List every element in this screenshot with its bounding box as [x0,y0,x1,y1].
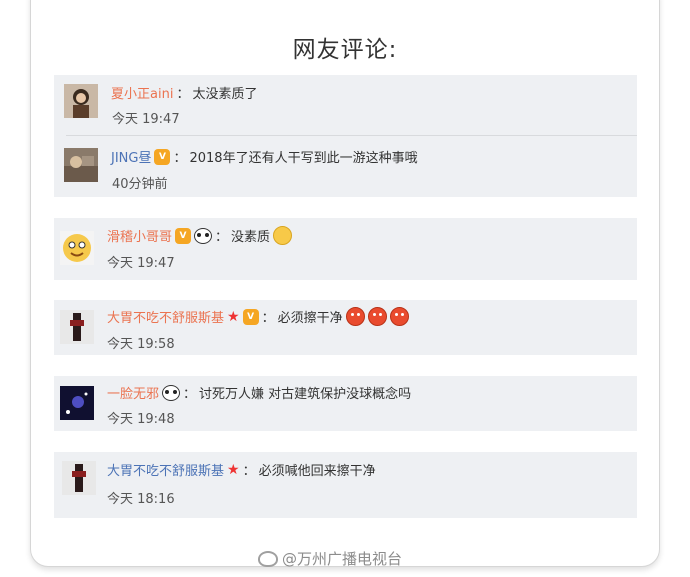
comment-text: 必须喊他回来擦干净 [258,464,376,479]
comment-group: 一脸无邪 ： 讨死万人嫌 对古建筑保护没球概念吗 今天 19:48 [54,376,637,431]
comment-group: 大胃不吃不舒服斯基 ★ V ： 必须擦干净 今天 19:58 [54,300,637,355]
vip-badge-icon: V [154,148,171,165]
panda-emoji-icon [194,227,213,244]
comment-author[interactable]: 一脸无邪 [107,383,159,402]
avatar[interactable] [60,310,94,344]
colon: ： [173,151,187,166]
star-icon: ★ [227,308,240,325]
comment-author[interactable]: 夏小正aini [111,83,173,102]
avatar[interactable] [60,386,94,420]
colon: ： [242,464,256,479]
comment-text: 太没素质了 [192,87,258,102]
comment-time: 今天 18:16 [107,492,175,507]
comment-group: 滑稽小哥哥 V ： 没素质 今天 19:47 [54,218,637,280]
angry-face-emoji-icon [389,307,409,326]
star-icon: ★ [227,461,240,478]
comment-text: 必须擦干净 [277,311,343,326]
comment-author[interactable]: 大胃不吃不舒服斯基 [107,460,224,479]
smile-emoji-icon [273,226,293,245]
watermark-text: @万州广播电视台 [282,550,403,568]
comment-group: 大胃不吃不舒服斯基 ★ ： 必须喊他回来擦干净 今天 18:16 [54,452,637,518]
colon: ： [183,387,197,402]
comment-item: 夏小正aini ： 太没素质了 今天 19:47 [54,75,637,135]
avatar[interactable] [60,231,94,265]
comment-time: 40分钟前 [112,177,168,192]
comment-time: 今天 19:58 [107,337,175,352]
comment-text: 讨死万人嫌 对古建筑保护没球概念吗 [199,387,412,402]
comment-author[interactable]: JING昼 [111,147,151,166]
angry-face-emoji-icon [345,307,365,326]
comment-time: 今天 19:47 [112,112,180,127]
comment-text: 没素质 [231,230,271,245]
comment-group: 夏小正aini ： 太没素质了 今天 19:47 JING昼 V ： 2018年… [54,75,637,197]
comment-time: 今天 19:48 [107,412,175,427]
angry-face-emoji-icon [367,307,387,326]
avatar[interactable] [64,148,98,182]
avatar[interactable] [64,84,98,118]
colon: ： [215,230,229,245]
vip-badge-icon: V [175,227,192,244]
avatar[interactable] [62,461,96,495]
vip-badge-icon: V [242,308,259,325]
page-title: 网友评论: [292,37,398,63]
colon: ： [176,87,190,102]
comment-text: 2018年了还有人干写到此一游这种事哦 [189,151,418,166]
comment-author[interactable]: 大胃不吃不舒服斯基 [107,307,224,326]
watermark: @万州广播电视台 [258,548,402,569]
comment-time: 今天 19:47 [107,256,175,271]
comment-author[interactable]: 滑稽小哥哥 [107,226,172,245]
weibo-logo-icon [258,550,278,567]
comment-item: JING昼 V ： 2018年了还有人干写到此一游这种事哦 40分钟前 [64,135,637,198]
colon: ： [261,311,275,326]
panda-emoji-icon [162,384,181,401]
